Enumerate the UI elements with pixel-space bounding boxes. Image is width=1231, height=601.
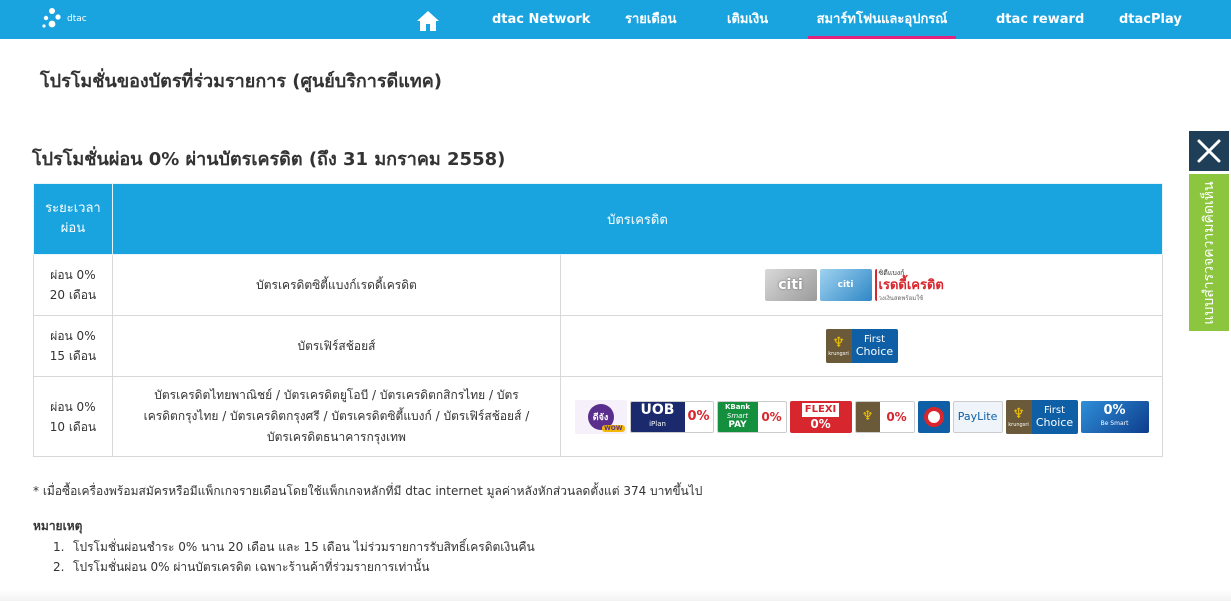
feedback-label: แบบสำรวจความคิดเห็น [1201,180,1217,325]
period-cell: ผ่อน 0% 15 เดือน [33,315,113,377]
nav-dtacplay[interactable]: dtacPlay [1119,0,1182,39]
nav-postpaid[interactable]: รายเดือน [625,0,676,39]
section-title: โปรโมชั่นผ่อน 0% ผ่านบัตรเครดิต (ถึง 31 … [32,149,506,170]
period-cell: ผ่อน 0% 10 เดือน [33,376,113,457]
footnote: * เมื่อซื้อเครื่องพร้อมสมัครหรือมีแพ็กเก… [33,484,703,498]
header-period: ระยะเวลา ผ่อน [33,183,113,255]
card-logos-cell: ♆ krungsri First Choice [560,315,1163,377]
krungsri-icon: ♆ [861,409,874,424]
feedback-close-button[interactable] [1189,131,1229,171]
table-row: ผ่อน 0% 20 เดือน บัตรเครดิตซิตี้แบงก์เรด… [33,254,1163,316]
header-credit-cards: บัตรเครดิต [111,183,1164,255]
card-logos-cell: ดีจัง WOW UOB iPlan 0% KBank Smart PAY 0… [560,376,1163,457]
remarks-title: หมายเหตุ [33,519,83,533]
krungsri-red-logo [917,400,950,433]
bottom-divider [0,590,1231,601]
nav-smartphone-devices[interactable]: สมาร์ทโฟนและอุปกรณ์ [808,0,956,39]
period-cell: ผ่อน 0% 20 เดือน [33,254,113,316]
remarks-list: 1. โปรโมชั่นผ่อนชำระ 0% นาน 20 เดือน และ … [53,537,535,577]
nav-dtac-reward[interactable]: dtac reward [996,0,1084,39]
table-row: ผ่อน 0% 15 เดือน บัตรเฟิร์สช้อยส์ ♆ krun… [33,315,1163,377]
nav-prepaid[interactable]: เติมเงิน [727,0,768,39]
close-icon [1197,139,1221,163]
first-choice-card-logo: ♆ krungsri First Choice [825,329,898,363]
citi-card-logo: citi [764,269,817,301]
nav-dtac-network[interactable]: dtac Network [492,0,590,39]
feedback-survey-tab[interactable]: แบบสำรวจความคิดเห็น [1189,174,1229,331]
table-header-row: ระยะเวลา ผ่อน บัตรเครดิต [33,183,1164,255]
krungsri-zero-logo: ♆ 0% [854,400,915,433]
krungsri-icon: ♆ [1012,405,1025,422]
page-title: โปรโมชั่นของบัตรที่ร่วมรายการ (ศูนย์บริก… [40,71,442,92]
list-item: 2. โปรโมชั่นผ่อน 0% ผ่านบัตรเครดิต เฉพาะร… [53,560,430,574]
citi-blue-card-logo: citi [819,269,872,301]
kbank-smart-pay-logo: KBank Smart PAY 0% [716,400,787,433]
top-navigation: dtac dtac Network รายเดือน เติมเงิน สมาร… [0,0,1231,39]
card-logos-cell: citi citi ซิตี้แบงก์ เรดดี้เครดิต วงเงิน… [560,254,1163,316]
ktb-flexi-logo: FLEXI 0% [789,400,852,433]
krungsri-icon: ♆ [832,335,845,351]
promotion-table: ระยะเวลา ผ่อน บัตรเครดิต ผ่อน 0% 20 เดือ… [33,183,1164,457]
list-item: 1. โปรโมชั่นผ่อนชำระ 0% นาน 20 เดือน และ … [53,540,535,554]
card-name-cell: บัตรเครดิตไทยพาณิชย์ / บัตรเครดิตยูโอบี … [111,376,562,457]
paylite-logo: PayLite [952,400,1003,433]
uob-card-logo: UOB iPlan 0% [629,400,714,433]
scb-card-logo: ดีจัง WOW [574,399,627,434]
bbl-zero-logo: 0% Be Smart [1080,400,1149,433]
ring-icon [923,406,944,427]
citi-ready-credit-logo: ซิตี้แบงก์ เรดดี้เครดิต วงเงินสดพร้อมใช้ [874,269,959,301]
first-choice-card-logo: ♆ krungsri First Choice [1005,399,1078,434]
card-name-cell: บัตรเฟิร์สช้อยส์ [111,315,562,377]
card-name-cell: บัตรเครดิตซิตี้แบงก์เรดดี้เครดิต [111,254,562,316]
table-row: ผ่อน 0% 10 เดือน บัตรเครดิตไทยพาณิชย์ / … [33,376,1163,457]
